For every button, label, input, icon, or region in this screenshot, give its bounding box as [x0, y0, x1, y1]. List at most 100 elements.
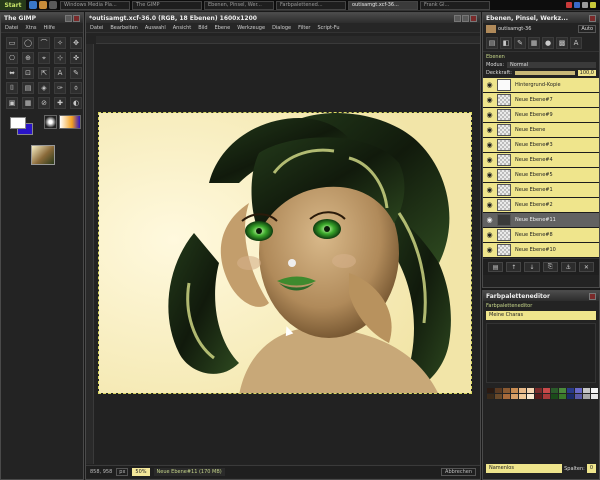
tab-colormap-icon[interactable]: ▦ [528, 37, 540, 49]
tool-icon[interactable]: ▤ [22, 82, 34, 94]
eye-icon[interactable]: ◉ [486, 246, 493, 254]
tool-icon[interactable]: ✥ [70, 37, 82, 49]
mode-select[interactable]: Normal [507, 62, 596, 68]
layer-row[interactable]: ◉ Neue Ebene#8 [483, 228, 599, 243]
tool-icon[interactable]: ▭ [6, 37, 18, 49]
image-menu-item[interactable]: Dialoge [272, 25, 291, 31]
palette-swatch[interactable] [583, 394, 590, 399]
layer-name[interactable]: Neue Ebene#9 [515, 112, 553, 118]
tab-fonts-icon[interactable]: A [570, 37, 582, 49]
layer-name[interactable]: Neue Ebene#11 [515, 217, 556, 223]
tool-icon[interactable]: ✎ [70, 67, 82, 79]
palette-swatch[interactable] [503, 388, 510, 393]
layer-row[interactable]: ◉ Neue Ebene#9 [483, 108, 599, 123]
palette-swatch[interactable] [503, 394, 510, 399]
palette-swatch[interactable] [543, 388, 550, 393]
toolbox-menu-item[interactable]: Datei [5, 25, 18, 31]
layer-row[interactable]: ◉ Neue Ebene [483, 123, 599, 138]
taskbar-button[interactable]: Frank Gl... [420, 0, 490, 10]
tab-layers-icon[interactable]: ▤ [486, 37, 498, 49]
tool-icon[interactable]: ⌷ [6, 82, 18, 94]
unit-select[interactable]: px [116, 468, 129, 476]
minimize-icon[interactable] [454, 14, 461, 22]
layer-name[interactable]: Neue Ebene#4 [515, 157, 553, 163]
layer-row[interactable]: ◉ Hintergrund-Kopie [483, 78, 599, 93]
tool-icon[interactable]: ⇱ [38, 67, 50, 79]
horizontal-ruler[interactable] [96, 36, 480, 44]
layer-row[interactable]: ◉ Neue Ebene#5 [483, 168, 599, 183]
maximize-icon[interactable] [462, 14, 469, 22]
taskbar-button[interactable]: Windows Media Pla... [60, 0, 130, 10]
foreground-color[interactable] [10, 117, 26, 129]
palette-name-field[interactable]: Meine Charas [486, 311, 596, 320]
vertical-ruler[interactable] [86, 44, 94, 464]
tool-icon[interactable]: ✜ [70, 52, 82, 64]
tool-icon[interactable]: ◈ [38, 82, 50, 94]
palette-preview[interactable] [486, 323, 596, 383]
tab-paths-icon[interactable]: ✎ [514, 37, 526, 49]
palette-swatch[interactable] [559, 394, 566, 399]
tool-icon[interactable]: ⊹ [54, 52, 66, 64]
close-icon[interactable] [470, 14, 477, 22]
tool-icon[interactable]: ⊡ [22, 67, 34, 79]
palette-swatch[interactable] [487, 388, 494, 393]
palette-swatch[interactable] [567, 394, 574, 399]
image-menu-item[interactable]: Filter [298, 25, 310, 31]
zoom-select[interactable]: 50% [132, 468, 150, 476]
tool-icon[interactable]: ◐ [70, 97, 82, 109]
taskbar-button[interactable]: outisamgt.xcf-36... [348, 0, 418, 10]
palette-swatch[interactable] [567, 388, 574, 393]
gradient-preview-icon[interactable] [59, 115, 81, 129]
layer-action-icon[interactable]: ⎘ [542, 262, 558, 272]
tool-icon[interactable]: ⊘ [38, 97, 50, 109]
layer-name[interactable]: Neue Ebene#3 [515, 142, 553, 148]
layer-row[interactable]: ◉ Neue Ebene#11 [483, 213, 599, 228]
layer-name[interactable]: Neue Ebene#5 [515, 172, 553, 178]
image-menu-item[interactable]: Datei [90, 25, 103, 31]
close-icon[interactable] [73, 14, 80, 22]
close-icon[interactable] [589, 14, 596, 22]
layer-row[interactable]: ◉ Neue Ebene#4 [483, 153, 599, 168]
tool-icon[interactable]: ✚ [54, 97, 66, 109]
eye-icon[interactable]: ◉ [486, 111, 493, 119]
eye-icon[interactable]: ◉ [486, 126, 493, 134]
tab-patterns-icon[interactable]: ▩ [556, 37, 568, 49]
image-menu-item[interactable]: Ansicht [173, 25, 191, 31]
toolbox-menu-item[interactable]: Xtns [25, 25, 36, 31]
tool-icon[interactable]: ⊕ [22, 52, 34, 64]
eye-icon[interactable]: ◉ [486, 96, 493, 104]
folder-icon[interactable] [39, 1, 47, 9]
palette-swatch[interactable] [519, 394, 526, 399]
color-name-field[interactable]: Namenlos [486, 464, 563, 473]
palette-swatch[interactable] [487, 394, 494, 399]
tool-icon[interactable]: ◯ [22, 37, 34, 49]
palette-swatch[interactable] [543, 394, 550, 399]
tool-icon[interactable]: ⬌ [6, 67, 18, 79]
toolbox-menu-item[interactable]: Hilfe [44, 25, 55, 31]
image-menu-item[interactable]: Bild [198, 25, 207, 31]
image-titlebar[interactable]: *outisamgt.xcf-36.0 (RGB, 18 Ebenen) 160… [86, 13, 480, 23]
palette-swatch[interactable] [527, 394, 534, 399]
palette-swatch[interactable] [575, 388, 582, 393]
taskbar-button[interactable]: Farbpalettened... [276, 0, 346, 10]
image-menu-item[interactable]: Ebene [215, 25, 231, 31]
layer-name[interactable]: Neue Ebene#8 [515, 232, 553, 238]
tool-icon[interactable]: ⎔ [6, 52, 18, 64]
palette-swatch[interactable] [535, 388, 542, 393]
browser-icon[interactable] [29, 1, 37, 9]
taskbar-button[interactable]: Ebenen, Pinsel, Wer... [204, 0, 274, 10]
palette-swatch[interactable] [551, 388, 558, 393]
eye-icon[interactable]: ◉ [486, 81, 493, 89]
eye-icon[interactable]: ◉ [486, 156, 493, 164]
eye-icon[interactable]: ◉ [486, 186, 493, 194]
image-menu-item[interactable]: Werkzeuge [237, 25, 265, 31]
tool-icon[interactable]: ✧ [54, 37, 66, 49]
tool-icon[interactable]: ⌒ [38, 37, 50, 49]
opacity-slider[interactable] [514, 71, 575, 75]
image-select[interactable]: outisamgt-36 [498, 26, 531, 32]
palette-swatch[interactable] [511, 394, 518, 399]
tool-icon[interactable]: ▣ [6, 97, 18, 109]
eye-icon[interactable]: ◉ [486, 171, 493, 179]
palette-swatch[interactable] [535, 394, 542, 399]
layer-action-icon[interactable]: ▤ [488, 262, 504, 272]
